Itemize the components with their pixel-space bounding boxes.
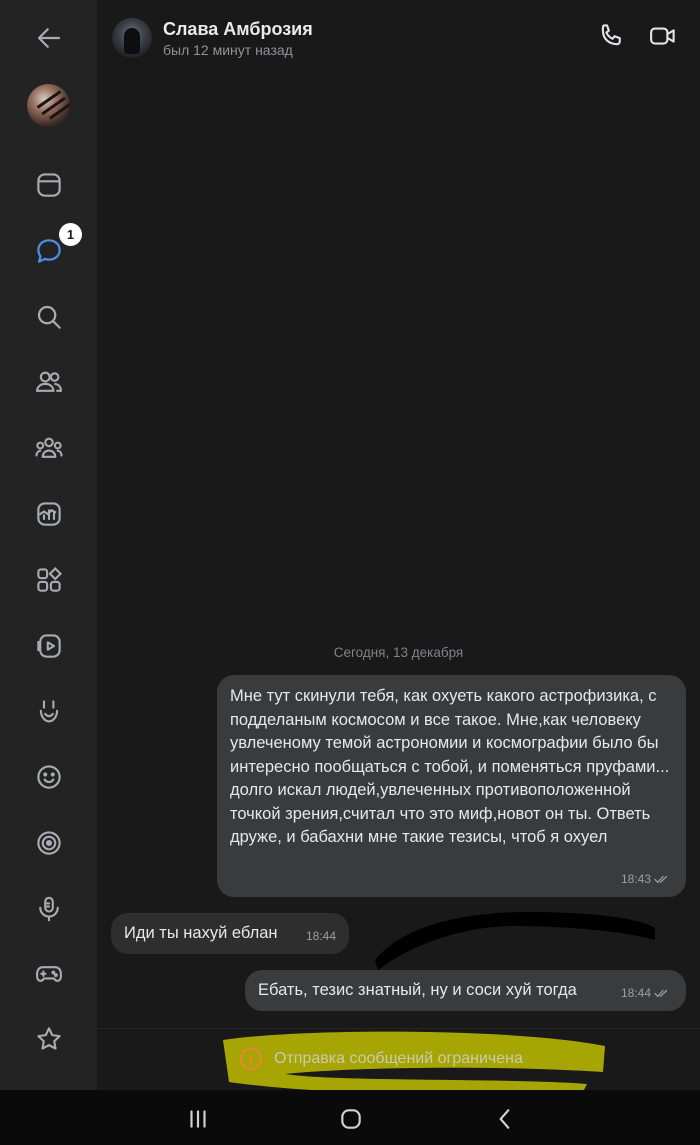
- read-checkmarks-icon: [654, 990, 668, 998]
- message-bubble-incoming[interactable]: Иди ты нахуй еблан 18:44: [111, 913, 349, 954]
- system-navigation-bar: [0, 1090, 700, 1145]
- stickers-icon[interactable]: [30, 758, 68, 796]
- message-meta: 18:44: [306, 925, 336, 949]
- restriction-text: Отправка сообщений ограничена: [274, 1050, 523, 1067]
- friends-icon[interactable]: [30, 363, 68, 401]
- contact-status: был 12 минут назад: [163, 42, 293, 58]
- message-text: Иди ты нахуй еблан: [124, 924, 278, 942]
- system-back-icon[interactable]: [490, 1104, 520, 1134]
- podcasts-icon[interactable]: [30, 890, 68, 928]
- gamepad-icon[interactable]: [30, 955, 68, 993]
- message-text: Ебать, тезис знатный, ну и соси хуй тогд…: [258, 981, 577, 999]
- stats-icon[interactable]: [30, 495, 68, 533]
- contact-avatar[interactable]: [112, 18, 152, 58]
- clips-icon[interactable]: [30, 693, 68, 731]
- back-icon[interactable]: [30, 19, 68, 57]
- home-icon[interactable]: [336, 1104, 366, 1134]
- news-icon[interactable]: [30, 166, 68, 204]
- warning-icon: !: [240, 1048, 262, 1070]
- message-time: 18:44: [620, 985, 651, 1000]
- call-icon[interactable]: [595, 20, 627, 52]
- message-meta: 18:43: [621, 868, 670, 892]
- messaging-restricted-notice: ! Отправка сообщений ограничена: [240, 1048, 523, 1070]
- read-checkmarks-icon: [654, 876, 668, 884]
- chat-header: Слава Амброзия был 12 минут назад: [97, 0, 700, 76]
- communities-icon[interactable]: [30, 429, 68, 467]
- message-time: 18:43: [620, 871, 651, 886]
- contact-name[interactable]: Слава Амброзия: [163, 19, 313, 40]
- redaction-scribble: [375, 912, 655, 970]
- video-icon[interactable]: [30, 627, 68, 665]
- games-target-icon[interactable]: [30, 824, 68, 862]
- message-meta: 18:44: [621, 982, 670, 1006]
- message-bubble-outgoing[interactable]: Мне тут скинули тебя, как охуеть какого …: [217, 675, 686, 897]
- message-bubble-outgoing[interactable]: Ебать, тезис знатный, ну и соси хуй тогд…: [245, 970, 686, 1011]
- unread-badge: 1: [59, 223, 82, 246]
- video-call-icon[interactable]: [647, 20, 679, 52]
- message-text: Мне тут скинули тебя, как охуеть какого …: [230, 687, 670, 846]
- favorites-icon[interactable]: [30, 1020, 68, 1058]
- date-separator: Сегодня, 13 декабря: [333, 645, 464, 660]
- recent-apps-icon[interactable]: [183, 1104, 213, 1134]
- profile-avatar[interactable]: [27, 84, 70, 127]
- search-icon[interactable]: [30, 298, 68, 336]
- services-icon[interactable]: [30, 561, 68, 599]
- message-time: 18:44: [305, 928, 336, 943]
- sidebar: 1: [0, 0, 97, 1090]
